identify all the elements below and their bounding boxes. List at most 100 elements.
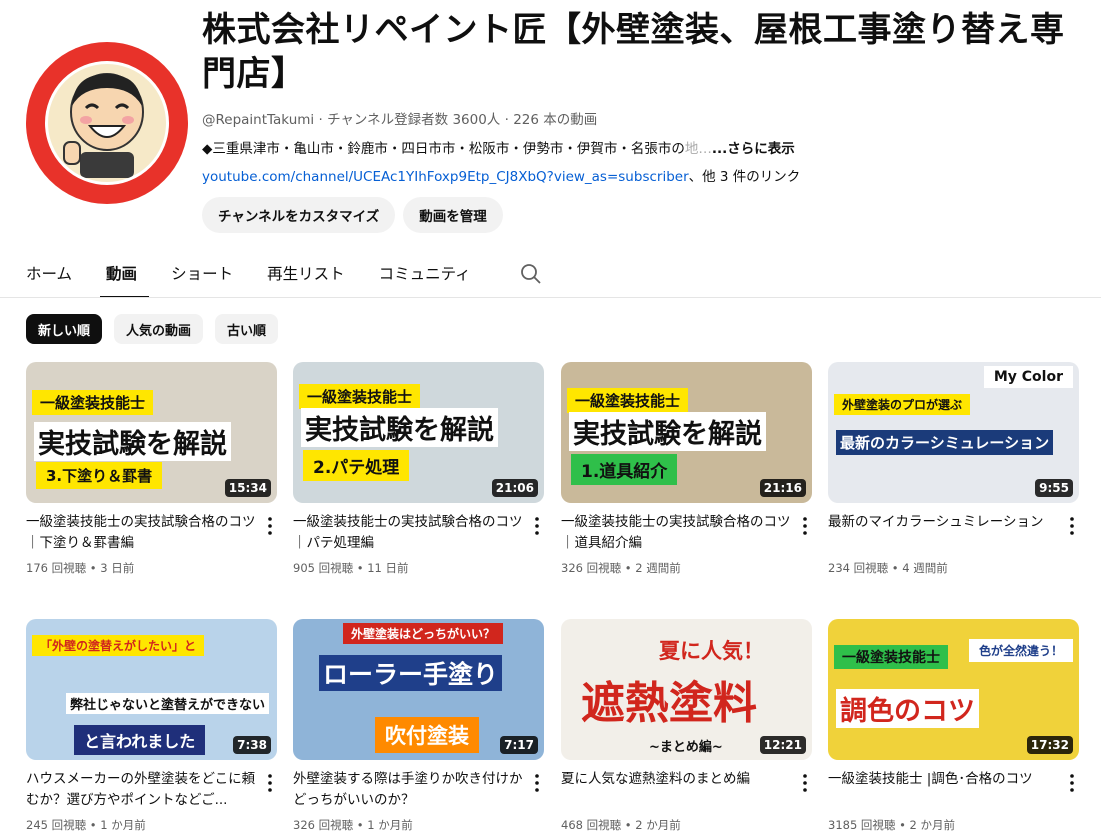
- thumb-title: ローラー手塗り: [319, 655, 503, 691]
- video-duration: 9:55: [1035, 479, 1073, 497]
- tab-community[interactable]: コミュニティ: [379, 254, 483, 298]
- video-thumbnail[interactable]: 一級塗装技能士 実技試験を解説 2.パテ処理 21:06: [293, 362, 544, 503]
- view-count: 245 回視聴: [26, 818, 87, 832]
- channel-description[interactable]: ◆三重県津市・亀山市・鈴鹿市・四日市市・松阪市・伊勢市・伊賀市・名張市の地…..…: [202, 137, 1082, 157]
- video-title[interactable]: 一級塗装技能士の実技試験合格のコツ｜下塗り＆罫書編: [26, 512, 258, 554]
- sort-chips: 新しい順 人気の動画 古い順: [26, 314, 279, 344]
- description-fade: 地…: [684, 141, 712, 157]
- meta-separator: •: [86, 561, 101, 575]
- video-meta: 176 回視聴 • 3 日前: [26, 560, 277, 576]
- video-meta: 245 回視聴 • 1 か月前: [26, 817, 277, 833]
- video-title[interactable]: 外壁塗装する際は手塗りか吹き付けかどっちがいいのか？: [293, 769, 525, 811]
- video-card[interactable]: My Color 外壁塗装のプロが選ぶ 最新のカラーシミュレーション 9:55 …: [828, 362, 1079, 576]
- video-duration: 7:17: [500, 736, 538, 754]
- video-meta: 468 回視聴 • 2 か月前: [561, 817, 812, 833]
- channel-meta: @RepaintTakumi · チャンネル登録者数 3600人 · 226 本…: [202, 108, 1082, 128]
- video-thumbnail[interactable]: 一級塗装技能士 実技試験を解説 3.下塗り＆罫書 15:34: [26, 362, 277, 503]
- thumb-badge: 一級塗装技能士: [32, 390, 154, 415]
- video-duration: 15:34: [224, 479, 271, 497]
- video-duration: 7:38: [233, 736, 271, 754]
- video-duration: 21:16: [759, 479, 806, 497]
- upload-age: 1 か月前: [100, 818, 146, 832]
- avatar-face: [45, 61, 169, 185]
- view-count: 176 回視聴: [26, 561, 87, 575]
- upload-age: 1 か月前: [367, 818, 413, 832]
- meta-separator: •: [621, 818, 636, 832]
- view-count: 3185 回視聴: [828, 818, 896, 832]
- video-title[interactable]: 夏に人気な遮熱塗料のまとめ編: [561, 769, 793, 811]
- thumb-badge: 外壁塗装はどっちがいい？: [343, 623, 504, 644]
- video-card[interactable]: 外壁塗装はどっちがいい？ ローラー手塗り 吹付塗装 7:17 外壁塗装する際は手…: [293, 619, 544, 833]
- thumb-badge: 「外壁の塗替えがしたい」と: [32, 635, 205, 656]
- video-title[interactable]: 一級塗装技能士の実技試験合格のコツ｜パテ処理編: [293, 512, 525, 554]
- more-options-icon[interactable]: [798, 514, 812, 538]
- video-thumbnail[interactable]: 「外壁の塗替えがしたい」と 弊社じゃないと塗替えができない と言われました 7:…: [26, 619, 277, 760]
- meta-separator: •: [353, 561, 368, 575]
- video-meta: 234 回視聴 • 4 週間前: [828, 560, 1079, 576]
- show-more-link[interactable]: ...さらに表示: [712, 141, 795, 157]
- video-title[interactable]: ハウスメーカーの外壁塗装をどこに頼むか？選び方やポイントなどご...: [26, 769, 258, 811]
- chip-newest[interactable]: 新しい順: [26, 314, 103, 344]
- subscriber-count: チャンネル登録者数 3600人: [327, 112, 501, 128]
- view-count: 326 回視聴: [561, 561, 622, 575]
- customize-channel-button[interactable]: チャンネルをカスタマイズ: [202, 197, 396, 233]
- upload-age: 2 か月前: [909, 818, 956, 832]
- more-options-icon[interactable]: [263, 514, 277, 538]
- meta-separator: ·: [318, 112, 328, 128]
- thumb-title: 最新のカラーシミュレーション: [836, 430, 1054, 455]
- video-card[interactable]: 一級塗装技能士 実技試験を解説 3.下塗り＆罫書 15:34 一級塗装技能士の実…: [26, 362, 277, 576]
- upload-age: 2 か月前: [635, 818, 681, 832]
- video-count: 226 本の動画: [513, 112, 598, 128]
- thumb-subtitle: 3.下塗り＆罫書: [36, 462, 163, 489]
- more-options-icon[interactable]: [1065, 514, 1079, 538]
- video-meta: 905 回視聴 • 11 日前: [293, 560, 544, 576]
- chip-oldest[interactable]: 古い順: [215, 314, 279, 344]
- search-icon[interactable]: [519, 262, 543, 286]
- video-thumbnail[interactable]: 外壁塗装はどっちがいい？ ローラー手塗り 吹付塗装 7:17: [293, 619, 544, 760]
- tab-home[interactable]: ホーム: [26, 254, 84, 298]
- more-options-icon[interactable]: [263, 771, 277, 795]
- video-thumbnail[interactable]: 夏に人気！ 遮熱塗料 ~まとめ編~ 12:21: [561, 619, 812, 760]
- more-options-icon[interactable]: [530, 514, 544, 538]
- channel-avatar[interactable]: [26, 42, 188, 204]
- view-count: 326 回視聴: [293, 818, 354, 832]
- video-title[interactable]: 一級塗装技能士 |調色･合格のコツ: [828, 769, 1060, 811]
- thumb-title: 実技試験を解説: [34, 422, 231, 461]
- thumb-badge: 一級塗装技能士: [834, 645, 948, 669]
- thumb-subtitle: 1.道具紹介: [571, 454, 678, 485]
- upload-age: 3 日前: [100, 561, 135, 575]
- video-meta: 3185 回視聴 • 2 か月前: [828, 817, 1079, 833]
- video-card[interactable]: 一級塗装技能士 色が全然違う！ 調色のコツ 17:32 一級塗装技能士 |調色･…: [828, 619, 1079, 833]
- thumb-badge: 外壁塗装のプロが選ぶ: [834, 394, 971, 415]
- meta-separator: •: [888, 561, 903, 575]
- video-title[interactable]: 一級塗装技能士の実技試験合格のコツ｜道具紹介編: [561, 512, 793, 554]
- tab-videos[interactable]: 動画: [100, 254, 150, 298]
- video-thumbnail[interactable]: 一級塗装技能士 実技試験を解説 1.道具紹介 21:16: [561, 362, 812, 503]
- thumb-logo-text: My Color: [983, 366, 1073, 388]
- video-title[interactable]: 最新のマイカラーシュミレーション: [828, 512, 1060, 554]
- video-duration: 21:06: [491, 479, 538, 497]
- manage-videos-button[interactable]: 動画を管理: [403, 197, 503, 233]
- video-thumbnail[interactable]: 一級塗装技能士 色が全然違う！ 調色のコツ 17:32: [828, 619, 1079, 760]
- tab-playlists[interactable]: 再生リスト: [267, 254, 357, 298]
- view-count: 468 回視聴: [561, 818, 622, 832]
- tabs-divider: [0, 297, 1101, 298]
- more-options-icon[interactable]: [530, 771, 544, 795]
- other-links[interactable]: 、他 3 件のリンク: [689, 169, 801, 185]
- thumb-subtitle: ~まとめ編~: [649, 740, 723, 755]
- channel-url-link[interactable]: youtube.com/channel/UCEAc1YIhFoxp9Etp_CJ…: [202, 169, 689, 185]
- tab-shorts[interactable]: ショート: [171, 254, 245, 298]
- video-card[interactable]: 一級塗装技能士 実技試験を解説 2.パテ処理 21:06 一級塗装技能士の実技試…: [293, 362, 544, 576]
- more-options-icon[interactable]: [798, 771, 812, 795]
- channel-title: 株式会社リペイント匠【外壁塗装、屋根工事塗り替え専門店】: [202, 10, 1065, 94]
- more-options-icon[interactable]: [1065, 771, 1079, 795]
- thumb-subtitle: 2.パテ処理: [303, 450, 410, 481]
- chip-popular[interactable]: 人気の動画: [114, 314, 204, 344]
- video-card[interactable]: 夏に人気！ 遮熱塗料 ~まとめ編~ 12:21 夏に人気な遮熱塗料のまとめ編 4…: [561, 619, 812, 833]
- video-card[interactable]: 「外壁の塗替えがしたい」と 弊社じゃないと塗替えができない と言われました 7:…: [26, 619, 277, 833]
- channel-handle: @RepaintTakumi: [202, 112, 315, 128]
- description-text: ◆三重県津市・亀山市・鈴鹿市・四日市市・松阪市・伊勢市・伊賀市・名張市の: [202, 141, 685, 157]
- thumb-subtitle: 色が全然違う！: [968, 639, 1073, 662]
- video-thumbnail[interactable]: My Color 外壁塗装のプロが選ぶ 最新のカラーシミュレーション 9:55: [828, 362, 1079, 503]
- video-card[interactable]: 一級塗装技能士 実技試験を解説 1.道具紹介 21:16 一級塗装技能士の実技試…: [561, 362, 812, 576]
